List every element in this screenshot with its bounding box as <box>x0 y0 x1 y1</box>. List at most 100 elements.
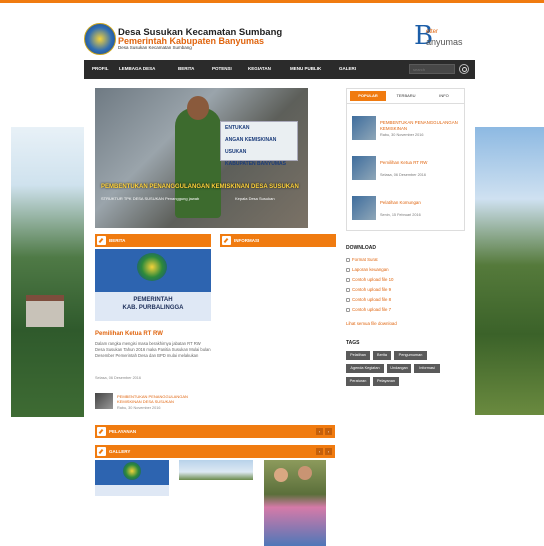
nav-item-menu-publik[interactable]: MENU PUBLIK <box>290 66 321 71</box>
banner-line: ANGAN KEMISKINAN <box>225 137 277 143</box>
pelayanan-heading: PELAYANAN ‹ › <box>95 425 335 438</box>
tab-panel: PEMBENTUKAN PENANGGULANGAN KEMISKINAN Ra… <box>346 104 465 231</box>
berita-heading-text: BERITA <box>109 238 126 243</box>
tab-info[interactable]: INFO <box>426 91 462 101</box>
search-input[interactable] <box>409 64 455 74</box>
tag-item[interactable]: Berita <box>373 351 391 360</box>
pencil-icon <box>97 447 106 456</box>
download-icon <box>346 278 350 282</box>
gallery-image[interactable] <box>179 460 253 480</box>
nav-item-profil[interactable]: PROFIL <box>92 66 109 71</box>
post-thumbnail[interactable] <box>352 116 376 140</box>
tag-item[interactable]: Informasi <box>414 364 440 373</box>
nav-item-potensi[interactable]: POTENSI <box>212 66 232 71</box>
gallery-image[interactable] <box>95 460 169 496</box>
top-accent-bar <box>0 0 544 17</box>
regency-seal-icon <box>137 253 167 281</box>
download-item[interactable]: Laporan keuangan <box>352 267 389 272</box>
download-item[interactable]: Contoh upload file 9 <box>352 287 391 292</box>
post-date: Rabu, 30 November 2016 <box>117 406 161 410</box>
post-title[interactable]: Pelatihan Komungan <box>380 200 462 206</box>
download-icon <box>346 258 350 262</box>
post-thumbnail[interactable] <box>352 196 376 220</box>
better-banyumas-logo[interactable]: B etter anyumas <box>414 23 474 53</box>
main-nav: PROFIL LEMBAGA DESA BERITA POTENSI KEGIA… <box>84 60 475 79</box>
nav-item-kegiatan[interactable]: KEGIATAN <box>248 66 271 71</box>
brand-bottom: anyumas <box>426 37 463 47</box>
banner-line: KABUPATEN BANYUMAS <box>225 161 286 167</box>
brand-top: etter <box>426 29 439 35</box>
pelayanan-heading-text: PELAYANAN <box>109 429 137 434</box>
download-item[interactable]: Contoh upload file 8 <box>352 297 391 302</box>
slider-caption[interactable]: PEMBENTUKAN PENANGGULANGAN KEMISKINAN DE… <box>101 184 299 190</box>
tag-item[interactable]: Pengumuman <box>394 351 427 360</box>
tag-item[interactable]: Agenda Kegiatan <box>346 364 384 373</box>
download-icon <box>346 268 350 272</box>
post-date: Rabu, 30 November 2016 <box>380 133 424 137</box>
download-icon <box>346 298 350 302</box>
next-arrow-icon[interactable]: › <box>325 448 332 455</box>
tag-item[interactable]: Pelatihan <box>346 351 370 360</box>
nav-item-galeri[interactable]: GALERI <box>339 66 356 71</box>
site-small-text: Desa Susukan Kecamatan Sumbang <box>118 45 192 50</box>
tab-popular[interactable]: POPULAR <box>350 91 386 101</box>
download-item[interactable]: Contoh upload file 10 <box>352 277 394 282</box>
post-date: Senin, 15 Februari 2016 <box>380 213 421 217</box>
image-caption-line: KAB. PURBALINGGA <box>122 305 184 311</box>
list-item[interactable]: PEMBENTUKAN PENANGGULANGAN KEMISKINAN DE… <box>95 393 211 413</box>
prev-arrow-icon[interactable]: ‹ <box>316 448 323 455</box>
post-title[interactable]: PEMBENTUKAN PENANGGULANGAN KEMISKINAN <box>380 120 462 131</box>
background-landscape-left <box>11 127 85 417</box>
post-title[interactable]: Pemilihan Ketua RT RW <box>380 160 462 166</box>
slider-subcaption-right: Kepala Desa Susukan <box>235 196 275 201</box>
pencil-icon <box>97 236 106 245</box>
post-title[interactable]: PEMBENTUKAN PENANGGULANGAN KEMISKINAN DE… <box>117 394 209 404</box>
download-item[interactable]: Contoh upload file 7 <box>352 307 391 312</box>
gallery-heading: GALLERY ‹ › <box>95 445 335 458</box>
berita-post-title[interactable]: Pemilihan Ketua RT RW <box>95 331 163 337</box>
berita-post-excerpt: Dalam rangka mengisi masa berakhirnya ja… <box>95 341 211 359</box>
list-item[interactable]: Pelatihan Komungan Senin, 15 Februari 20… <box>352 196 462 222</box>
informasi-heading: INFORMASI <box>220 234 336 247</box>
speaker-head <box>187 96 209 120</box>
image-caption-line: PEMERINTAH <box>133 297 173 303</box>
gallery-image[interactable] <box>264 460 326 546</box>
download-more-link[interactable]: Lihat semua file download <box>346 321 397 326</box>
berita-image[interactable]: PEMERINTAH KAB. PURBALINGGA <box>95 249 211 321</box>
gallery-heading-text: GALLERY <box>109 449 131 454</box>
regency-seal-icon[interactable] <box>84 23 116 55</box>
child-face <box>274 468 288 482</box>
post-thumbnail[interactable] <box>95 393 113 409</box>
list-item[interactable]: PEMBENTUKAN PENANGGULANGAN KEMISKINAN Ra… <box>352 116 462 142</box>
tag-item[interactable]: Peraturan <box>346 377 370 386</box>
headline-slider[interactable]: ENTUKAN ANGAN KEMISKINAN USUKAN KABUPATE… <box>95 88 308 228</box>
download-icon <box>346 288 350 292</box>
tag-item[interactable]: Undangan <box>387 364 411 373</box>
background-landscape-right <box>475 127 544 415</box>
informasi-heading-text: INFORMASI <box>234 238 260 243</box>
tag-item[interactable]: Pelayanan <box>373 377 399 386</box>
search-icon[interactable] <box>459 64 469 74</box>
house-image <box>26 295 64 327</box>
tags-heading: TAGS <box>346 340 360 346</box>
post-date: Selasa, 06 Desember 2016 <box>380 173 427 177</box>
nav-item-berita[interactable]: BERITA <box>178 66 194 71</box>
berita-heading: BERITA <box>95 234 211 247</box>
post-thumbnail[interactable] <box>352 156 376 180</box>
download-item[interactable]: Format Surat <box>352 257 378 262</box>
slider-subcaption-left: STRUKTUR TPK DESA SUSUKAN Penanggung jaw… <box>101 196 200 201</box>
prev-arrow-icon[interactable]: ‹ <box>316 428 323 435</box>
list-item[interactable]: Pemilihan Ketua RT RW Selasa, 06 Desembe… <box>352 156 462 182</box>
regency-seal-icon <box>123 462 141 480</box>
nav-item-lembaga-desa[interactable]: LEMBAGA DESA <box>119 66 155 71</box>
tab-terbaru[interactable]: TERBARU <box>388 91 424 101</box>
site-header: Desa Susukan Kecamatan Sumbang Pemerinta… <box>84 17 475 60</box>
page-container: Desa Susukan Kecamatan Sumbang Pemerinta… <box>84 17 475 546</box>
download-icon <box>346 308 350 312</box>
speaker-figure <box>175 108 221 218</box>
next-arrow-icon[interactable]: › <box>325 428 332 435</box>
child-face <box>298 466 312 480</box>
pencil-icon <box>97 427 106 436</box>
post-tabs: POPULAR TERBARU INFO <box>346 88 465 104</box>
berita-post-date: Selasa, 06 Desember 2016 <box>95 376 142 380</box>
